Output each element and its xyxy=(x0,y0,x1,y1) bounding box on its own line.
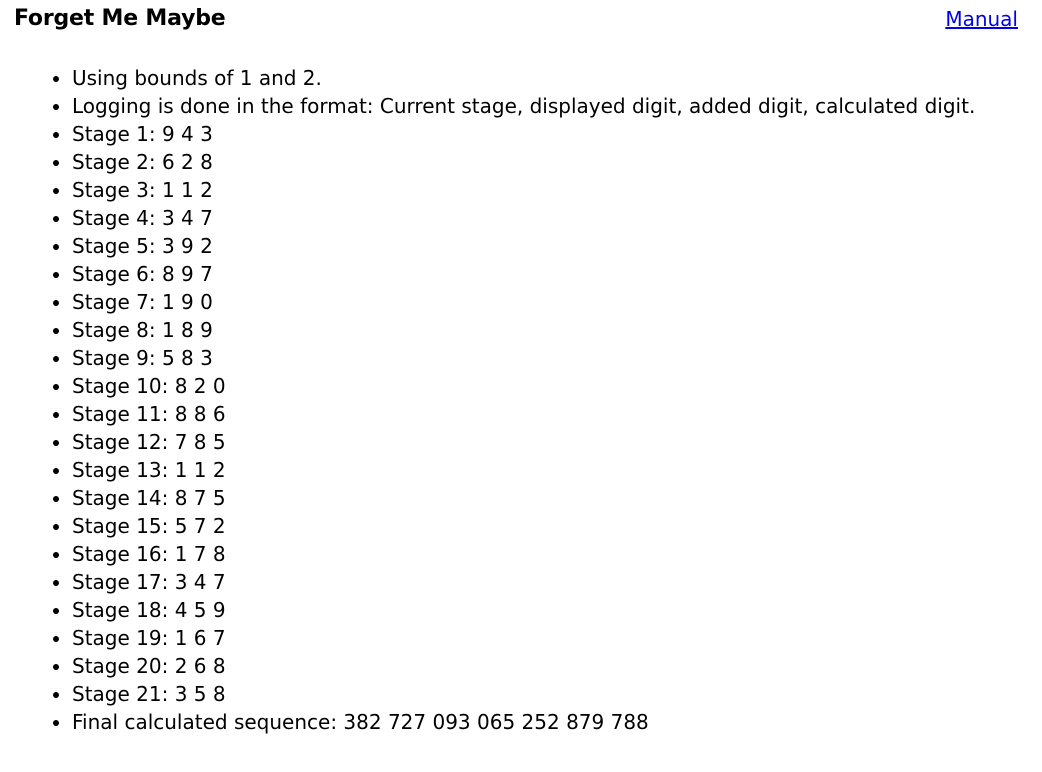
log-item-final-sequence: Final calculated sequence: 382 727 093 0… xyxy=(72,708,1022,736)
log-list: Using bounds of 1 and 2. Logging is done… xyxy=(48,64,1022,736)
page-header: Forget Me Maybe Manual xyxy=(0,0,1042,44)
log-item-stage-16: Stage 16: 1 7 8 xyxy=(72,540,1022,568)
log-item-stage-5: Stage 5: 3 9 2 xyxy=(72,232,1022,260)
log-item-stage-11: Stage 11: 8 8 6 xyxy=(72,400,1022,428)
log-item-stage-15: Stage 15: 5 7 2 xyxy=(72,512,1022,540)
log-item-stage-14: Stage 14: 8 7 5 xyxy=(72,484,1022,512)
log-item-stage-6: Stage 6: 8 9 7 xyxy=(72,260,1022,288)
log-item-stage-10: Stage 10: 8 2 0 xyxy=(72,372,1022,400)
log-item-stage-13: Stage 13: 1 1 2 xyxy=(72,456,1022,484)
log-item-stage-18: Stage 18: 4 5 9 xyxy=(72,596,1022,624)
log-item-stage-20: Stage 20: 2 6 8 xyxy=(72,652,1022,680)
log-item-stage-19: Stage 19: 1 6 7 xyxy=(72,624,1022,652)
log-item-stage-17: Stage 17: 3 4 7 xyxy=(72,568,1022,596)
log-item-stage-3: Stage 3: 1 1 2 xyxy=(72,176,1022,204)
log-item-format: Logging is done in the format: Current s… xyxy=(72,92,1022,120)
page-title: Forget Me Maybe xyxy=(14,6,226,31)
manual-link[interactable]: Manual xyxy=(945,6,1018,32)
log-item-stage-7: Stage 7: 1 9 0 xyxy=(72,288,1022,316)
log-item-stage-2: Stage 2: 6 2 8 xyxy=(72,148,1022,176)
log-item-stage-21: Stage 21: 3 5 8 xyxy=(72,680,1022,708)
log-item-stage-4: Stage 4: 3 4 7 xyxy=(72,204,1022,232)
log-item-stage-8: Stage 8: 1 8 9 xyxy=(72,316,1022,344)
log-item-bounds: Using bounds of 1 and 2. xyxy=(72,64,1022,92)
log-item-stage-12: Stage 12: 7 8 5 xyxy=(72,428,1022,456)
log-item-stage-9: Stage 9: 5 8 3 xyxy=(72,344,1022,372)
log-item-stage-1: Stage 1: 9 4 3 xyxy=(72,120,1022,148)
